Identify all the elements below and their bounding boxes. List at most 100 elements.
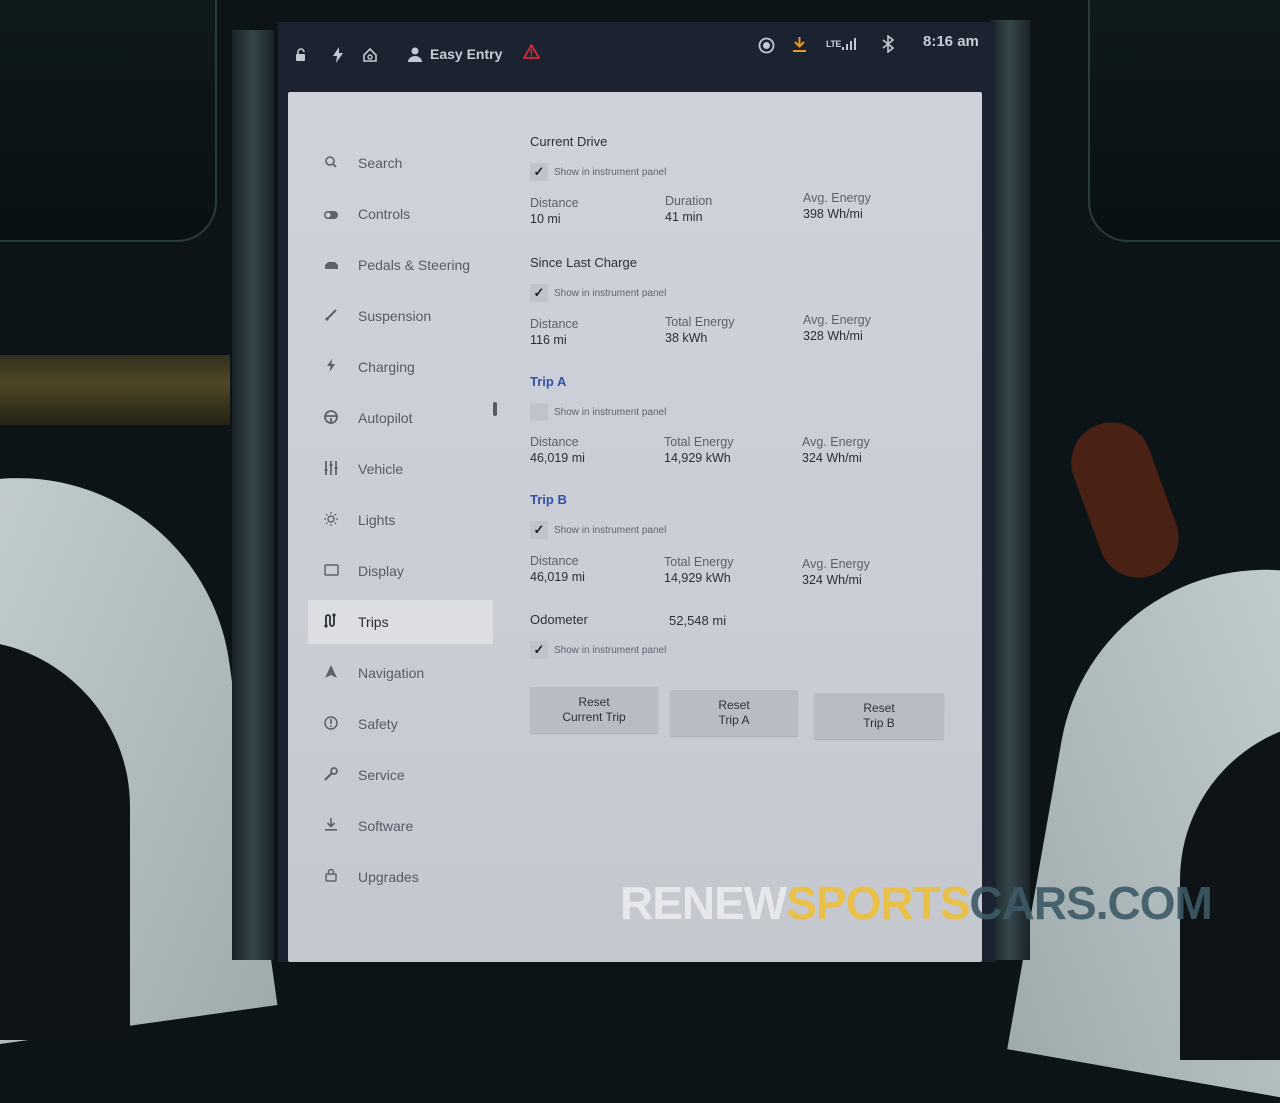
sidebar-item-charging[interactable]: Charging [308,345,493,389]
watermark-part: SPORTS [786,877,970,929]
current-drive-duration: Duration 41 min [665,194,712,224]
status-bar: Easy Entry LTE 8:16 am [278,22,996,84]
wood-trim [0,355,230,425]
sidebar-item-label: Trips [358,614,389,630]
stat-label: Total Energy [664,435,734,449]
watermark-part: CARS.COM [969,877,1212,929]
trip-a-total-energy: Total Energy 14,929 kWh [664,435,733,465]
lte-signal-icon: LTE [826,38,856,50]
since-last-charge-show-in-panel[interactable]: ✓ Show in instrument panel [530,284,666,302]
stat-value: 41 min [665,210,703,224]
sidebar-item-suspension[interactable]: Suspension [308,294,493,338]
checkbox-unchecked[interactable] [530,403,548,421]
stat-value: 328 Wh/mi [803,329,863,343]
checkbox-checked[interactable]: ✓ [530,284,548,302]
trip-a-title[interactable]: Trip A [530,374,566,389]
button-label: Reset [578,695,610,709]
steering-wheel-icon [320,409,342,427]
since-last-charge-avg-energy: Avg. Energy 328 Wh/mi [803,313,871,343]
person-icon [408,47,422,62]
stat-value: 38 kWh [665,331,708,345]
sidebar-item-label: Display [358,563,404,579]
sidebar-item-lights[interactable]: Lights [308,498,493,542]
sidebar-item-pedals-steering[interactable]: Pedals & Steering [308,243,493,287]
stat-value: 10 mi [530,212,561,226]
current-drive-distance: Distance 10 mi [530,196,579,226]
sidebar-item-upgrades[interactable]: Upgrades [308,855,493,899]
watermark: RENEWSPORTSCARS.COM [620,876,1213,930]
sidebar-item-software[interactable]: Software [308,804,493,848]
sidebar-item-display[interactable]: Display [308,549,493,593]
trip-a-distance: Distance 46,019 mi [530,435,585,465]
button-label: Trip A [718,713,750,727]
stat-value: 14,929 kWh [664,571,731,585]
stat-label: Distance [530,554,579,568]
sidebar-item-label: Lights [358,512,396,528]
driver-profile[interactable]: Easy Entry [408,46,502,62]
car-icon [320,258,342,273]
sidebar-item-label: Service [358,767,405,783]
navigation-icon [320,665,342,681]
sun-icon [320,511,342,529]
network-label: LTE [826,39,841,49]
bluetooth-icon[interactable] [882,35,894,53]
lightning-icon [320,359,342,375]
search-icon [320,155,342,171]
since-last-charge-total-energy: Total Energy 38 kWh [665,315,734,345]
trip-b-title[interactable]: Trip B [530,492,567,507]
reset-current-trip-button[interactable]: Reset Current Trip [530,687,658,733]
right-air-vent [1088,0,1280,242]
sidebar-item-service[interactable]: Service [308,753,493,797]
download-icon[interactable] [792,36,807,53]
left-air-vent [0,0,217,242]
download-icon [320,818,342,834]
sidebar-item-label: Upgrades [358,869,419,885]
trip-b-total-energy: Total Energy 14,929 kWh [664,555,733,585]
trip-b-avg-energy: Avg. Energy 324 Wh/mi [802,557,870,587]
display-icon [320,563,342,579]
button-label: Trip B [863,716,895,730]
sidebar-item-navigation[interactable]: Navigation [308,651,493,695]
sidebar-item-autopilot[interactable]: Autopilot [308,396,493,440]
trip-a-show-in-panel[interactable]: Show in instrument panel [530,403,666,421]
button-label: Reset [718,698,750,712]
odometer-value: 52,548 mi [669,613,727,628]
warning-icon[interactable] [523,44,540,59]
stat-label: Duration [665,194,713,208]
sidebar-item-label: Safety [358,716,398,732]
checkbox-checked[interactable]: ✓ [530,641,548,659]
checkbox-label: Show in instrument panel [554,644,667,656]
checkbox-checked[interactable]: ✓ [530,521,548,539]
reset-trip-b-button[interactable]: Reset Trip B [814,693,944,739]
sidebar-item-label: Suspension [358,308,432,324]
odometer-show-in-panel[interactable]: ✓ Show in instrument panel [530,641,666,659]
sidebar-item-trips[interactable]: Trips [308,600,493,644]
lock-open-icon[interactable] [294,48,308,62]
sidebar-item-controls[interactable]: Controls [308,192,493,236]
reset-trip-a-button[interactable]: Reset Trip A [670,690,798,736]
sidebar-item-safety[interactable]: Safety [308,702,493,746]
current-drive-show-in-panel[interactable]: ✓ Show in instrument panel [530,163,666,181]
checkbox-label: Show in instrument panel [554,287,667,299]
settings-panel: Search Controls Pedals & Steering Suspen… [288,92,982,962]
since-last-charge-title: Since Last Charge [530,255,637,270]
stat-value: 116 mi [530,333,567,347]
sidebar-item-search[interactable]: Search [308,141,493,185]
checkbox-checked[interactable]: ✓ [530,163,548,181]
stat-value: 324 Wh/mi [802,573,862,587]
stat-value: 398 Wh/mi [803,207,863,221]
homelink-icon[interactable] [362,47,378,63]
rear-seat [1060,411,1190,589]
trip-b-distance: Distance 46,019 mi [530,554,585,584]
sidebar-item-vehicle[interactable]: Vehicle [308,447,493,491]
toggle-icon [320,207,342,222]
button-label: Current Trip [562,710,626,724]
lightning-icon[interactable] [332,47,344,63]
checkbox-label: Show in instrument panel [554,166,667,178]
camera-record-icon[interactable] [758,37,775,54]
button-label: Reset [863,701,895,715]
trip-b-show-in-panel[interactable]: ✓ Show in instrument panel [530,521,666,539]
sidebar-item-label: Controls [358,206,411,222]
sidebar-scrollbar[interactable] [493,402,497,416]
stat-value: 46,019 mi [530,570,585,584]
